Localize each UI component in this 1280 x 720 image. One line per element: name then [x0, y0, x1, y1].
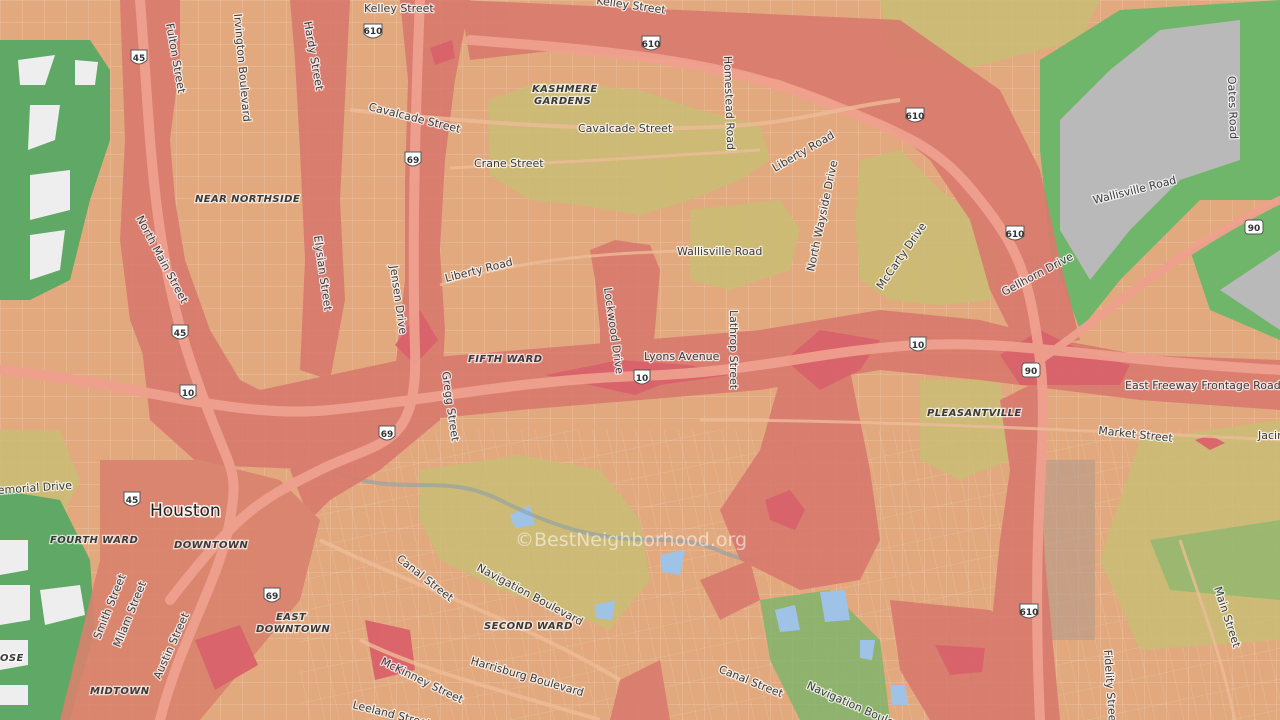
shield-610-c: 610 — [905, 107, 925, 123]
svg-text:610: 610 — [1006, 230, 1025, 240]
svg-text:610: 610 — [906, 112, 925, 122]
svg-text:10: 10 — [182, 389, 195, 399]
svg-text:69: 69 — [266, 592, 279, 602]
label-east-downtown-1: EAST — [276, 612, 307, 623]
shield-69-a: 69 — [404, 151, 422, 167]
label-second-ward: SECOND WARD — [484, 621, 573, 632]
label-pleasantville: PLEASANTVILLE — [927, 408, 1022, 419]
street-crane: Crane Street — [474, 157, 544, 170]
label-fourth-ward: FOURTH WARD — [50, 535, 138, 546]
street-lathrop: Lathrop Street — [727, 310, 740, 390]
shield-10-c: 10 — [909, 336, 927, 352]
label-fifth-ward: FIFTH WARD — [468, 354, 542, 365]
crime-heat-map[interactable]: ©BestNeighborhood.org NEAR NORTHSIDE KAS… — [0, 0, 1280, 720]
svg-text:610: 610 — [1020, 608, 1039, 618]
shield-10-a: 10 — [179, 384, 197, 400]
label-downtown: DOWNTOWN — [174, 540, 248, 551]
label-ose: OSE — [0, 653, 24, 664]
svg-text:69: 69 — [407, 156, 420, 166]
shield-610-e: 610 — [1019, 603, 1039, 619]
svg-text:10: 10 — [636, 374, 649, 384]
shield-90-a: 90 — [1021, 362, 1041, 378]
svg-text:45: 45 — [133, 54, 146, 64]
shield-69-b: 69 — [378, 425, 396, 441]
street-jacinto: Jacin — [1257, 429, 1280, 442]
shield-610-a: 610 — [363, 23, 383, 39]
street-cavalcade-2: Cavalcade Street — [578, 122, 673, 135]
label-near-northside: NEAR NORTHSIDE — [195, 194, 300, 205]
street-wallisville-1: Wallisville Road — [677, 245, 762, 258]
svg-text:10: 10 — [912, 341, 925, 351]
street-east-freeway: East Freeway Frontage Road — [1125, 379, 1280, 392]
shield-610-d: 610 — [1005, 225, 1025, 241]
watermark: ©BestNeighborhood.org — [515, 529, 747, 551]
zone-pleasantville — [920, 380, 1010, 480]
street-kelley-1: Kelley Street — [364, 2, 434, 15]
shield-610-b: 610 — [641, 35, 661, 51]
svg-text:45: 45 — [174, 329, 187, 339]
label-kashmere-1: KASHMERE — [532, 84, 598, 95]
shield-45-a: 45 — [130, 49, 148, 65]
svg-text:610: 610 — [364, 27, 383, 37]
shield-45-b: 45 — [171, 324, 189, 340]
label-midtown: MIDTOWN — [90, 686, 150, 697]
street-oates: Oates Road — [1225, 76, 1240, 140]
shield-10-b: 10 — [633, 369, 651, 385]
svg-text:45: 45 — [126, 496, 139, 506]
label-kashmere-2: GARDENS — [534, 96, 591, 107]
label-east-downtown-2: DOWNTOWN — [256, 624, 330, 635]
svg-text:610: 610 — [642, 40, 661, 50]
shield-90-b: 90 — [1244, 219, 1264, 235]
svg-text:90: 90 — [1248, 224, 1261, 234]
city-label-houston: Houston — [150, 501, 221, 521]
shield-45-c: 45 — [123, 491, 141, 507]
map-canvas[interactable]: ©BestNeighborhood.org NEAR NORTHSIDE KAS… — [0, 0, 1280, 720]
shield-69-c: 69 — [263, 587, 281, 603]
svg-text:69: 69 — [381, 430, 394, 440]
street-lyons: Lyons Avenue — [644, 350, 720, 363]
svg-text:90: 90 — [1025, 367, 1038, 377]
